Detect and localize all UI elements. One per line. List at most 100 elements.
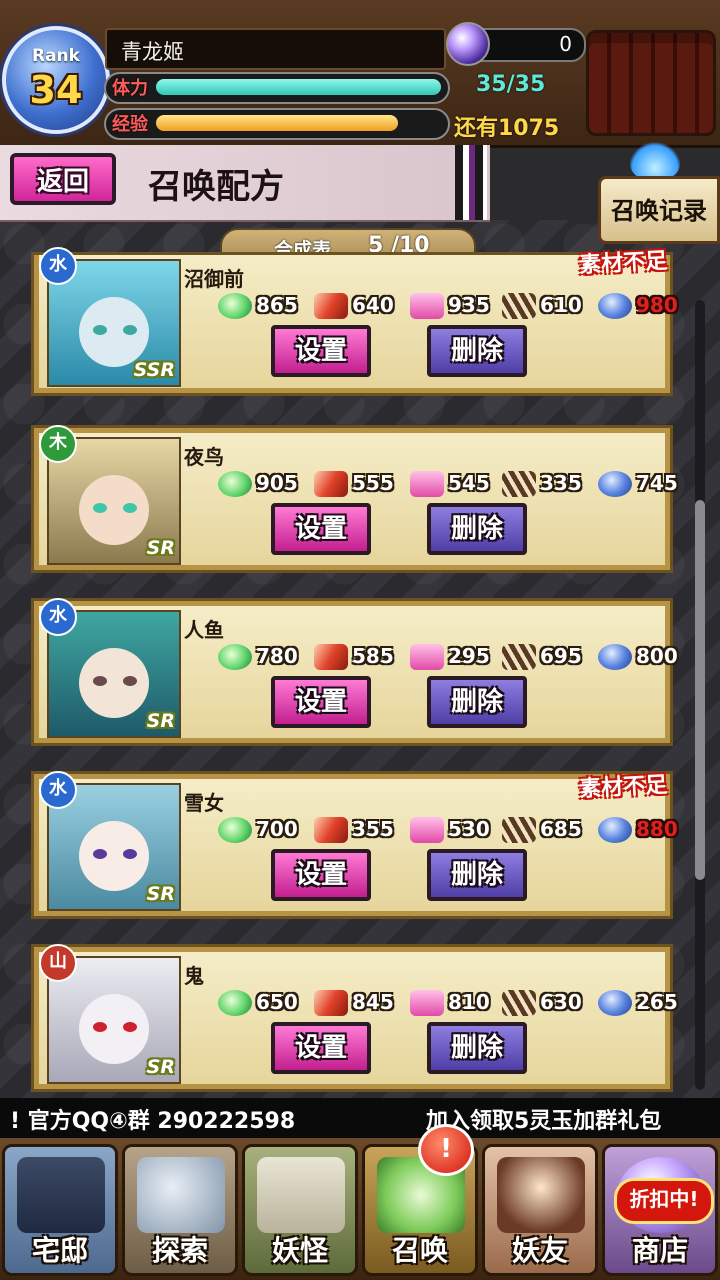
delete-button[interactable]: 删除 [427, 325, 527, 377]
recipe-card[interactable]: SR 水 人鱼 780 585 295 695 800 设置 删除 [31, 598, 678, 746]
material-amount: 630 [540, 990, 582, 1014]
portrait-eye [93, 676, 107, 686]
recipe-card[interactable]: SR 水 雪女 700 355 530 685 880 设置 删除 素材不足 [31, 771, 678, 919]
material-amount: 700 [256, 817, 298, 841]
summon-history-button[interactable]: 召唤记录 [598, 176, 720, 244]
material-amount: 745 [636, 471, 678, 495]
rank-label: Rank [32, 46, 80, 66]
status-hud: Rank 34 青龙姬 0 体力 35/35 经验 还有1075 [0, 0, 720, 148]
insufficient-materials-stamp: 素材不足 [578, 248, 668, 279]
rarity-badge: SR [146, 537, 175, 559]
yokai-name: 人鱼 [184, 618, 224, 642]
yokai-name: 夜鸟 [184, 445, 224, 469]
summon-alert-badge: ! [418, 1124, 474, 1176]
rarity-badge: SR [146, 1056, 175, 1078]
bottom-nav: 宅邸 探索 妖怪 召唤 妖友 商店 [0, 1138, 720, 1280]
page-title: 召唤配方 [148, 167, 284, 207]
recipe-card[interactable]: SR 山 鬼 650 845 810 630 265 设置 删除 [31, 944, 678, 1092]
feather-icon [502, 293, 536, 319]
material-amount: 905 [256, 471, 298, 495]
material-list: 650 845 810 630 265 [182, 986, 678, 1020]
rarity-badge: SSR [133, 359, 175, 381]
material-amount: 980 [636, 293, 678, 317]
green-orb-icon [218, 471, 252, 497]
portrait-face [79, 297, 149, 367]
portrait-face [79, 475, 149, 545]
portrait-eye [123, 503, 137, 513]
nav-yokai[interactable]: 妖怪 [242, 1144, 358, 1276]
scrollbar[interactable] [695, 300, 705, 1090]
portrait-face [79, 994, 149, 1064]
set-button[interactable]: 设置 [271, 676, 371, 728]
blue-egg-icon [598, 471, 632, 497]
material-amount: 585 [352, 644, 394, 668]
recipe-card[interactable]: SR 木 夜鸟 905 555 545 335 745 设置 删除 [31, 425, 678, 573]
announcement-marquee: ! 官方QQ④群 290222598 加入领取5灵玉加群礼包 [0, 1098, 720, 1138]
pink-cloth-icon [410, 644, 444, 670]
material-amount: 880 [636, 817, 678, 841]
portrait-eye [93, 849, 107, 859]
treasure-chest-icon[interactable] [586, 30, 716, 136]
feather-icon [502, 817, 536, 843]
delete-button[interactable]: 删除 [427, 1022, 527, 1074]
blue-flame-icon [630, 140, 680, 180]
red-fish-icon [314, 990, 348, 1016]
portrait-eye [93, 1022, 107, 1032]
green-orb-icon [218, 817, 252, 843]
feather-icon [502, 644, 536, 670]
pink-cloth-icon [410, 293, 444, 319]
material-list: 865 640 935 610 980 [182, 289, 678, 323]
exp-fill [156, 115, 399, 131]
material-amount: 295 [448, 644, 490, 668]
material-amount: 695 [540, 644, 582, 668]
rank-value: 34 [29, 68, 83, 112]
pink-cloth-icon [410, 990, 444, 1016]
nav-explore[interactable]: 探索 [122, 1144, 238, 1276]
yokai-name: 沼御前 [184, 267, 244, 291]
delete-button[interactable]: 删除 [427, 503, 527, 555]
stamina-fill [156, 79, 441, 95]
portrait-eye [123, 1022, 137, 1032]
back-button[interactable]: 返回 [10, 153, 116, 205]
portrait-eye [93, 503, 107, 513]
set-button[interactable]: 设置 [271, 1022, 371, 1074]
material-amount: 555 [352, 471, 394, 495]
attribute-icon: 水 [39, 247, 77, 285]
recipe-card[interactable]: SSR 水 沼御前 865 640 935 610 980 设置 删除 素材不足 [31, 247, 678, 396]
attribute-icon: 水 [39, 771, 77, 809]
yokai-scroll-icon [257, 1157, 345, 1233]
set-button[interactable]: 设置 [271, 325, 371, 377]
material-amount: 935 [448, 293, 490, 317]
yokai-name: 鬼 [184, 964, 204, 988]
rank-badge[interactable]: Rank 34 [2, 26, 110, 134]
material-amount: 810 [448, 990, 490, 1014]
pink-cloth-icon [410, 817, 444, 843]
material-amount: 685 [540, 817, 582, 841]
material-amount: 845 [352, 990, 394, 1014]
nav-mansion-label: 宅邸 [31, 1234, 88, 1267]
title-band: 返回 召唤配方 [0, 145, 490, 222]
gem-count: 0 [559, 32, 572, 56]
set-button[interactable]: 设置 [271, 849, 371, 901]
portrait-eye [93, 325, 107, 335]
attribute-icon: 木 [39, 425, 77, 463]
set-button[interactable]: 设置 [271, 503, 371, 555]
blue-egg-icon [598, 293, 632, 319]
green-orb-icon [218, 293, 252, 319]
delete-button[interactable]: 删除 [427, 676, 527, 728]
material-amount: 800 [636, 644, 678, 668]
material-amount: 865 [256, 293, 298, 317]
exp-label: 经验 [112, 114, 148, 135]
exp-remaining: 还有1075 [454, 116, 560, 141]
nav-mansion[interactable]: 宅邸 [2, 1144, 118, 1276]
material-amount: 610 [540, 293, 582, 317]
green-orb-icon [218, 990, 252, 1016]
feather-icon [502, 990, 536, 1016]
scrollbar-thumb[interactable] [695, 500, 705, 880]
nav-friends[interactable]: 妖友 [482, 1144, 598, 1276]
portrait-face [79, 821, 149, 891]
player-name-box: 青龙姬 [105, 28, 446, 70]
material-amount: 265 [636, 990, 678, 1014]
delete-button[interactable]: 删除 [427, 849, 527, 901]
red-fish-icon [314, 817, 348, 843]
